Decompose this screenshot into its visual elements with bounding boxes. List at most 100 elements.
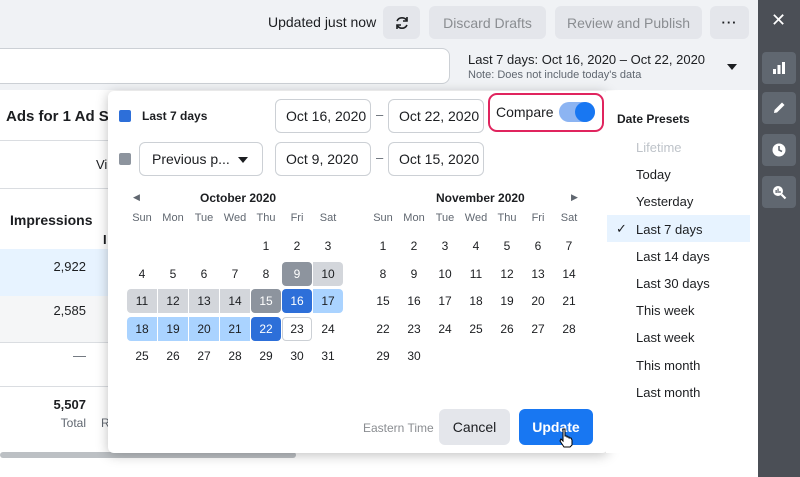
calendar-day[interactable]: 23 — [282, 316, 312, 341]
calendar-day[interactable]: 6 — [189, 262, 219, 286]
calendar-day[interactable]: 12 — [158, 289, 188, 313]
calendar-day[interactable]: 22 — [251, 316, 281, 341]
update-button[interactable]: Update — [519, 409, 593, 445]
calendar-day[interactable]: 11 — [127, 289, 157, 313]
weekday-header: Thu — [497, 212, 517, 224]
review-publish-button[interactable]: Review and Publish — [555, 6, 702, 39]
calendar-day[interactable]: 9 — [282, 261, 312, 286]
calendar-day[interactable]: 5 — [492, 234, 522, 258]
next-month-icon[interactable]: ▶ — [571, 192, 578, 203]
weekday-header: Mon — [403, 212, 425, 224]
preset-item[interactable]: This month — [636, 358, 700, 373]
compare-start-field[interactable]: Oct 9, 2020 — [275, 142, 371, 176]
calendar-day[interactable]: 5 — [158, 262, 188, 286]
calendar-day[interactable]: 27 — [523, 317, 553, 341]
calendar-day[interactable]: 26 — [158, 344, 188, 368]
more-options-button[interactable]: ··· — [710, 6, 749, 39]
calendar-day[interactable]: 6 — [523, 234, 553, 258]
cancel-button[interactable]: Cancel — [439, 409, 510, 445]
calendar-day[interactable]: 17 — [313, 289, 343, 313]
column-header-impressions[interactable]: Impressions — [10, 212, 92, 228]
calendar-day[interactable]: 1 — [251, 234, 281, 258]
compare-period-select[interactable]: Previous p... — [139, 142, 263, 176]
calendar-day[interactable]: 15 — [251, 289, 281, 313]
preset-item[interactable]: Yesterday — [636, 194, 693, 209]
calendar-day[interactable]: 2 — [282, 234, 312, 258]
calendar-day[interactable]: 21 — [554, 289, 584, 313]
close-icon[interactable]: ✕ — [771, 10, 786, 31]
clock-icon[interactable] — [762, 134, 796, 166]
calendar-day[interactable]: 30 — [282, 344, 312, 368]
calendar-day[interactable]: 16 — [399, 289, 429, 313]
calendar-day[interactable]: 7 — [220, 262, 250, 286]
search-chart-icon[interactable] — [762, 176, 796, 208]
start-date-field[interactable]: Oct 16, 2020 — [275, 99, 371, 133]
calendar-day[interactable]: 19 — [158, 316, 188, 341]
calendar-day[interactable]: 2 — [399, 234, 429, 258]
preset-item[interactable]: Today — [636, 167, 671, 182]
calendar-day[interactable]: 24 — [313, 317, 343, 341]
calendar-day[interactable]: 29 — [251, 344, 281, 368]
end-date-field[interactable]: Oct 22, 2020 — [388, 99, 484, 133]
calendar-day[interactable]: 10 — [430, 262, 460, 286]
calendar-day[interactable]: 17 — [430, 289, 460, 313]
calendar-day[interactable]: 8 — [368, 262, 398, 286]
preset-item[interactable]: Last 7 days — [636, 222, 703, 237]
calendar-day[interactable]: 30 — [399, 344, 429, 368]
calendar-day[interactable]: 4 — [461, 234, 491, 258]
preset-item[interactable]: Last 30 days — [636, 276, 710, 291]
calendar-day[interactable]: 10 — [313, 261, 343, 286]
discard-drafts-button[interactable]: Discard Drafts — [429, 6, 546, 39]
weekday-header: Sun — [373, 212, 393, 224]
calendar-day[interactable]: 29 — [368, 344, 398, 368]
calendar-day[interactable]: 3 — [430, 234, 460, 258]
calendar-day[interactable]: 28 — [220, 344, 250, 368]
calendar-day[interactable]: 13 — [523, 262, 553, 286]
calendar-day[interactable]: 13 — [189, 289, 219, 313]
refresh-button[interactable] — [383, 6, 420, 39]
calendar-day[interactable]: 7 — [554, 234, 584, 258]
calendar-day[interactable]: 28 — [554, 317, 584, 341]
calendar-day[interactable]: 3 — [313, 234, 343, 258]
calendar-day[interactable]: 16 — [282, 289, 312, 313]
calendar-day[interactable]: 19 — [492, 289, 522, 313]
divider — [0, 188, 108, 189]
calendar-day[interactable]: 11 — [461, 262, 491, 286]
compare-toggle[interactable] — [559, 102, 595, 122]
calendar-day[interactable]: 26 — [492, 317, 522, 341]
preset-item[interactable]: Last month — [636, 385, 700, 400]
impressions-cell: 2,922 — [53, 259, 86, 274]
calendar-day[interactable]: 20 — [523, 289, 553, 313]
calendar-day[interactable]: 21 — [220, 316, 250, 341]
calendar-day[interactable]: 31 — [313, 344, 343, 368]
calendar-day[interactable]: 24 — [430, 317, 460, 341]
date-range-label: Last 7 days: Oct 16, 2020 – Oct 22, 2020 — [468, 52, 706, 67]
compare-end-field[interactable]: Oct 15, 2020 — [388, 142, 484, 176]
calendar-day[interactable]: 18 — [461, 289, 491, 313]
calendar-day[interactable]: 25 — [127, 344, 157, 368]
column-header-partial: Vi — [96, 157, 108, 172]
calendar-day[interactable]: 9 — [399, 262, 429, 286]
calendar-day[interactable]: 4 — [127, 262, 157, 286]
calendar-day[interactable]: 12 — [492, 262, 522, 286]
prev-month-icon[interactable]: ◀ — [133, 192, 140, 203]
calendar-day[interactable]: 8 — [251, 262, 281, 286]
calendar-day[interactable]: 14 — [220, 289, 250, 313]
calendar-day[interactable]: 1 — [368, 234, 398, 258]
search-input[interactable] — [0, 48, 450, 84]
date-range-picker[interactable]: Last 7 days: Oct 16, 2020 – Oct 22, 2020… — [468, 52, 705, 81]
calendar-day[interactable]: 25 — [461, 317, 491, 341]
bar-chart-icon[interactable] — [762, 52, 796, 84]
calendar-day[interactable]: 18 — [127, 316, 157, 341]
chevron-down-icon[interactable] — [727, 64, 737, 70]
calendar-day[interactable]: 14 — [554, 262, 584, 286]
preset-item[interactable]: This week — [636, 303, 695, 318]
preset-item[interactable]: Last 14 days — [636, 249, 710, 264]
calendar-day[interactable]: 22 — [368, 317, 398, 341]
preset-item[interactable]: Last week — [636, 330, 695, 345]
pencil-icon[interactable] — [762, 92, 796, 124]
calendar-day[interactable]: 20 — [189, 316, 219, 341]
calendar-day[interactable]: 27 — [189, 344, 219, 368]
calendar-day[interactable]: 23 — [399, 317, 429, 341]
calendar-day[interactable]: 15 — [368, 289, 398, 313]
